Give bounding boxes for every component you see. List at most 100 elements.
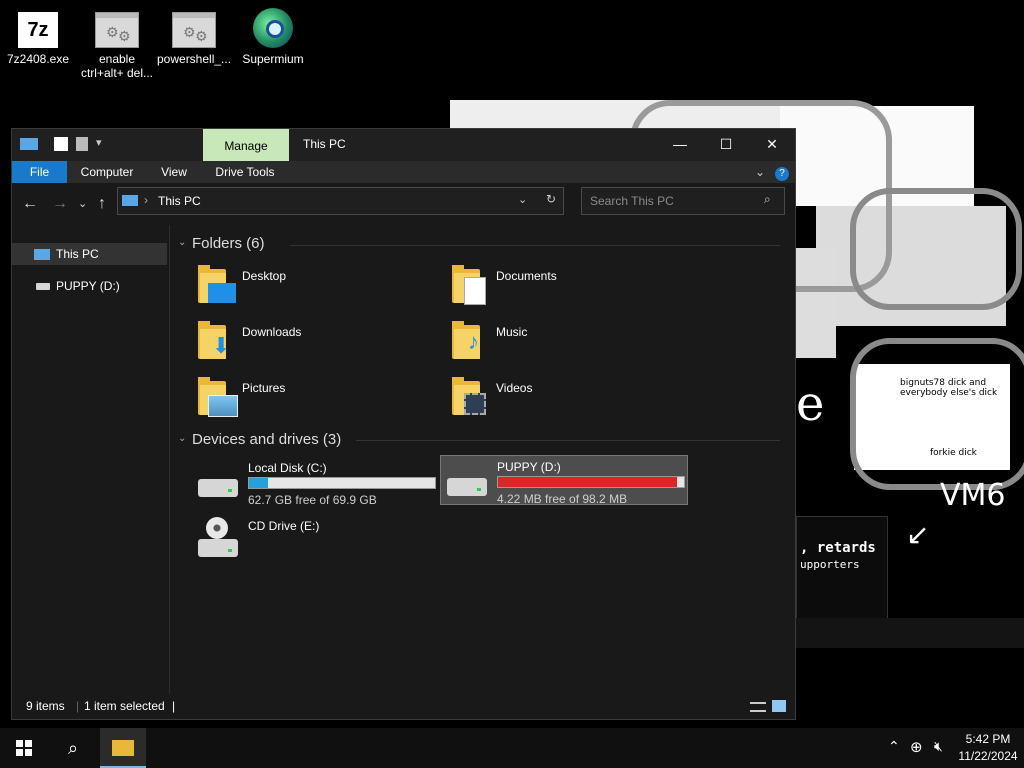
drive-puppy-d[interactable]: PUPPY (D:) 4.22 MB free of 98.2 MB	[440, 455, 688, 506]
nav-item-this-pc[interactable]: This PC	[12, 243, 167, 265]
folder-pictures[interactable]: Pictures	[198, 377, 438, 425]
clock-time: 5:42 PM	[965, 732, 1011, 746]
address-bar[interactable]: › This PC ⌄ ↻	[117, 187, 564, 215]
drive-usage-bar	[248, 477, 436, 489]
desktop-icon-label: powershell_...	[157, 52, 232, 66]
desktop-folder-icon	[198, 265, 236, 305]
file-explorer-window[interactable]: ▾ Manage This PC — ☐ ✕ File Computer Vie…	[11, 128, 796, 720]
tab-view[interactable]: View	[152, 161, 196, 183]
folder-downloads[interactable]: ⬇ Downloads	[198, 321, 438, 369]
cd-drive-icon	[198, 539, 238, 557]
group-header-folders[interactable]: Folders (6)	[192, 235, 265, 252]
status-divider: |	[76, 699, 80, 713]
computer-icon	[122, 195, 138, 206]
tab-file[interactable]: File	[12, 161, 67, 183]
file-explorer-icon	[112, 740, 134, 756]
folder-desktop[interactable]: Desktop	[198, 265, 438, 313]
clock[interactable]: 5:42 PM 11/22/2024	[952, 731, 1024, 765]
properties-icon[interactable]	[54, 137, 68, 151]
back-arrow-icon[interactable]: ←	[22, 195, 38, 213]
taskbar: ⌕ ⌃ ⊕ 🔇︎ 5:42 PM 11/22/2024	[0, 728, 1024, 768]
hard-disk-icon	[198, 479, 238, 497]
computer-icon	[34, 249, 50, 260]
group-header-devices[interactable]: Devices and drives (3)	[192, 431, 341, 448]
music-folder-icon: ♪	[452, 321, 486, 361]
drive-name: CD Drive (E:)	[248, 519, 320, 533]
desktop-icon-supermium[interactable]: Supermium	[236, 8, 310, 66]
details-view-icon[interactable]	[750, 702, 766, 712]
folder-name: Pictures	[242, 381, 286, 395]
start-button[interactable]	[0, 728, 46, 768]
search-input[interactable]: Search This PC ⌕	[581, 187, 785, 215]
window-title: This PC	[303, 137, 346, 151]
refresh-icon[interactable]: ↻	[546, 192, 556, 206]
close-button[interactable]: ✕	[749, 129, 795, 159]
tab-computer[interactable]: Computer	[76, 161, 138, 183]
title-bar[interactable]: ▾ Manage This PC — ☐ ✕	[12, 129, 795, 161]
taskbar-file-explorer[interactable]	[100, 728, 146, 768]
folder-name: Desktop	[242, 269, 287, 283]
large-icons-view-icon[interactable]	[772, 700, 786, 712]
up-arrow-icon[interactable]: ↑	[98, 195, 106, 213]
breadcrumb-separator-icon: ›	[144, 193, 148, 207]
desktop-icon-enable-ctrl-alt-del[interactable]: ⚙ ⚙ enable ctrl+alt+ del...	[80, 12, 154, 80]
clock-date: 11/22/2024	[958, 749, 1018, 763]
group-divider	[356, 440, 780, 441]
folder-videos[interactable]: Videos	[452, 377, 692, 425]
selection-count: 1 item selected	[84, 699, 165, 713]
show-hidden-icons-icon[interactable]: ⌃	[888, 738, 900, 755]
navigation-bar: ← → ⌄ ↑ › This PC ⌄ ↻ Search This PC ⌕	[12, 183, 795, 225]
downloads-folder-icon: ⬇	[198, 321, 232, 361]
drive-free-space: 62.7 GB free of 69.9 GB	[248, 493, 377, 507]
cd-disc-icon	[206, 517, 228, 539]
nav-item-puppy-d[interactable]: PUPPY (D:)	[12, 275, 167, 297]
drive-icon	[36, 283, 50, 290]
search-icon[interactable]: ⌕	[50, 728, 96, 768]
drive-free-space: 4.22 MB free of 98.2 MB	[497, 492, 628, 506]
recent-locations-icon[interactable]: ⌄	[78, 197, 87, 210]
desktop-icon-powershell[interactable]: ⚙ ⚙ powershell_...	[157, 12, 231, 66]
network-globe-icon[interactable]: ⊕	[910, 738, 923, 756]
breadcrumb-this-pc[interactable]: This PC	[158, 194, 201, 208]
help-icon[interactable]: ?	[774, 161, 790, 183]
folder-name: Music	[496, 325, 528, 339]
desktop-icon-label: Supermium	[242, 52, 304, 66]
collapse-group-icon[interactable]: ⌄	[178, 433, 186, 444]
customize-qat-icon[interactable]: ▾	[96, 136, 110, 150]
status-divider: |	[172, 699, 176, 713]
script-file-icon: ⚙ ⚙	[95, 12, 139, 48]
address-dropdown-icon[interactable]: ⌄	[518, 193, 527, 206]
volume-muted-icon[interactable]: 🔇︎	[934, 738, 943, 755]
drive-cd-e[interactable]: CD Drive (E:)	[192, 515, 440, 565]
tab-manage[interactable]: Manage	[203, 129, 289, 161]
nav-item-label: PUPPY (D:)	[56, 279, 120, 293]
content-pane: ⌄ Folders (6) Desktop Documents ⬇ Downlo…	[170, 225, 795, 694]
desktop-icon-7z2408[interactable]: 7z 7z2408.exe	[1, 12, 75, 66]
search-icon[interactable]: ⌕	[764, 192, 771, 207]
collapse-group-icon[interactable]: ⌄	[178, 237, 186, 248]
desktop-icon-label: enable ctrl+alt+ del...	[80, 52, 154, 80]
drive-name: Local Disk (C:)	[248, 461, 327, 475]
script-file-icon: ⚙ ⚙	[172, 12, 216, 48]
folder-music[interactable]: ♪ Music	[452, 321, 692, 369]
ribbon-tabs: File Computer View Drive Tools ⌄ ?	[12, 161, 795, 183]
minimize-button[interactable]: —	[657, 129, 703, 159]
browser-globe-icon	[253, 8, 293, 48]
new-folder-icon[interactable]	[76, 137, 88, 151]
drive-local-disk-c[interactable]: Local Disk (C:) 62.7 GB free of 69.9 GB	[192, 457, 440, 507]
expand-ribbon-icon[interactable]: ⌄	[752, 161, 768, 183]
tab-drive-tools[interactable]: Drive Tools	[210, 161, 280, 183]
hard-disk-icon	[447, 478, 487, 496]
forward-arrow-icon[interactable]: →	[52, 195, 68, 213]
videos-folder-icon	[452, 377, 486, 417]
search-placeholder: Search This PC	[590, 194, 674, 208]
folder-documents[interactable]: Documents	[452, 265, 692, 313]
group-divider	[290, 245, 780, 246]
folder-name: Downloads	[242, 325, 302, 339]
pictures-folder-icon	[198, 377, 238, 417]
maximize-button[interactable]: ☐	[703, 129, 749, 159]
desktop-icon-label: 7z2408.exe	[6, 52, 70, 66]
status-bar: 9 items | 1 item selected |	[12, 694, 795, 719]
documents-folder-icon	[452, 265, 486, 305]
nav-item-label: This PC	[56, 247, 99, 261]
